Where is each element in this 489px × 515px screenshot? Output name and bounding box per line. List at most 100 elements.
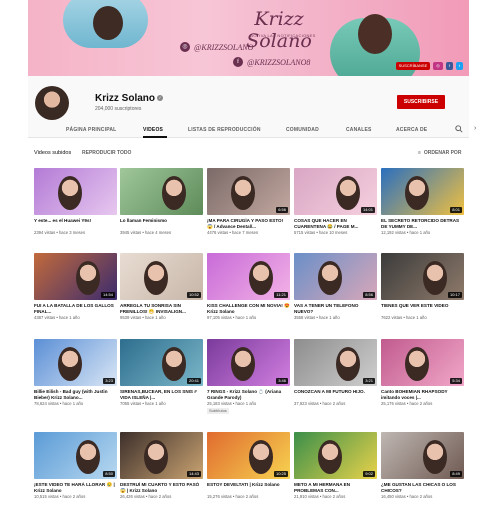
video-thumbnail[interactable]: 6:56	[207, 168, 290, 215]
video-card[interactable]: 5:34 Canto BOHEMIAN RHAPSODY imitando voc…	[381, 339, 468, 406]
search-icon[interactable]	[455, 125, 463, 133]
video-card[interactable]: 10:52 ARREGLA TU SONRISA SIN FRENILLOS! 😁…	[120, 253, 207, 320]
video-card[interactable]: 3:46 7 RINGS - Krizz Solano 💍 (Ariana Gra…	[207, 339, 294, 414]
video-title[interactable]: METO A MI HERMANA EN PROBLEMAS CON...	[294, 482, 377, 493]
thumbnail-person	[336, 347, 360, 381]
video-meta: 2394 vistas • hace 3 meses	[34, 230, 86, 235]
subscriber-count: 204,000 suscriptores	[95, 106, 142, 112]
thumbnail-person	[249, 261, 273, 295]
video-thumbnail[interactable]: 9:02	[294, 432, 377, 479]
video-thumbnail[interactable]: 10:17	[381, 253, 464, 300]
video-card[interactable]: 3:21 CONOZCAN A MI FUTURO HIJO. 37,923 vis…	[294, 339, 381, 406]
video-thumbnail[interactable]: 3:23	[34, 339, 117, 386]
video-card[interactable]: 8:01 EL SECRETO RETORCIDO DETRAS DE YUMMY…	[381, 168, 468, 235]
video-thumbnail[interactable]: 10:25	[207, 432, 290, 479]
thumbnail-person	[318, 261, 342, 295]
video-title[interactable]: ESTOY DEVELTATI | Krizz Solano	[207, 482, 290, 493]
video-title[interactable]: TIENES QUE VER ESTE VIDEO	[381, 303, 464, 314]
video-thumbnail[interactable]: 8:49	[381, 432, 464, 479]
video-title[interactable]: ¡ESTE VIDEO TE HARÁ LLORAR 😢 | Krizz Sol…	[34, 482, 117, 493]
chevron-right-icon[interactable]: ›	[474, 125, 476, 132]
banner-link-twitter-icon[interactable]: t	[455, 62, 463, 70]
video-thumbnail[interactable]	[120, 168, 203, 215]
video-card[interactable]: 10:25 ESTOY DEVELTATI | Krizz Solano 15,27…	[207, 432, 294, 499]
thumbnail-person	[162, 347, 186, 381]
banner-subtitle: ACTIVA LAS NOTIFICACIONES	[250, 33, 316, 38]
video-meta: 26,426 vistas • hace 2 años	[120, 494, 172, 499]
video-title[interactable]: FUI A LA BATALLA DE LOS GALLOS FINAL...	[34, 303, 117, 314]
tab-playlists[interactable]: LISTAS DE REPRODUCCIÓN	[188, 127, 261, 133]
subscribe-button[interactable]: SUSCRIBIRSE	[397, 95, 445, 109]
thumbnail-person	[162, 176, 186, 210]
video-thumbnail[interactable]: 20:41	[120, 339, 203, 386]
video-card[interactable]: 8:56 VAS A TENER UN TELEFONO NUEVO? 3558 v…	[294, 253, 381, 320]
play-all-button[interactable]: REPRODUCIR TODO	[82, 150, 131, 156]
video-title[interactable]: ¡MA PARA CIRUGÍA Y PASO ESTO! 😱 / Advanc…	[207, 218, 290, 229]
video-card[interactable]: 8:49 ¿ME GUSTAN LAS CHICAS O LOS CHICOS? 1…	[381, 432, 468, 499]
video-card[interactable]: 8:50 ¡ESTE VIDEO TE HARÁ LLORAR 😢 | Krizz…	[34, 432, 121, 499]
channel-avatar[interactable]	[35, 86, 69, 120]
video-card[interactable]: 6:56 ¡MA PARA CIRUGÍA Y PASO ESTO! 😱 / Ad…	[207, 168, 294, 235]
video-card[interactable]: 9:02 METO A MI HERMANA EN PROBLEMAS CON..…	[294, 432, 381, 499]
video-duration: 11:21	[274, 292, 288, 298]
sort-button[interactable]: ≡ ORDENAR POR	[418, 150, 461, 156]
video-thumbnail[interactable]: 10:52	[120, 253, 203, 300]
tab-channels[interactable]: CANALES	[346, 127, 372, 133]
video-thumbnail[interactable]: 3:46	[207, 339, 290, 386]
video-thumbnail[interactable]	[34, 168, 117, 215]
video-duration: 3:23	[103, 378, 115, 384]
thumbnail-person	[58, 347, 82, 381]
video-meta: 7055 vistas • hace 1 año	[120, 401, 166, 406]
video-title[interactable]: DESTRUÍ MI CUARTO Y ESTO PASÓ 😱 | Krizz …	[120, 482, 203, 493]
tab-home[interactable]: PÁGINA PRINCIPAL	[66, 127, 116, 133]
tab-about[interactable]: ACERCA DE	[396, 127, 427, 133]
video-card[interactable]: 14:54 FUI A LA BATALLA DE LOS GALLOS FINA…	[34, 253, 121, 320]
video-title[interactable]: Billie Eilish - Bad guy (with Justin Bie…	[34, 389, 117, 400]
video-duration: 9:02	[363, 471, 375, 477]
section-title: Videos subidos	[34, 150, 72, 156]
banner-person-left-hair	[93, 6, 123, 40]
video-card[interactable]: 10:17 TIENES QUE VER ESTE VIDEO 7622 vista…	[381, 253, 468, 320]
instagram-handle: @KRIZZSOLANO	[194, 42, 254, 52]
video-title[interactable]: ARREGLA TU SONRISA SIN FRENILLOS! 😁 INVI…	[120, 303, 203, 314]
video-thumbnail[interactable]: 14:54	[34, 253, 117, 300]
video-card[interactable]: 11:21 KISS CHALLENGE CON MI NOVIA! 😍 Kriz…	[207, 253, 294, 320]
video-card[interactable]: Y este... es el Huawei Y9s! 2394 vistas •…	[34, 168, 121, 235]
video-thumbnail[interactable]: 14:01	[294, 168, 377, 215]
banner-link-youtube[interactable]: SUSCRÍBANSE	[395, 62, 431, 70]
video-card[interactable]: 3:23 Billie Eilish - Bad guy (with Justin…	[34, 339, 121, 406]
video-thumbnail[interactable]: 3:21	[294, 339, 377, 386]
subtitles-badge: Subtítulos	[207, 408, 229, 414]
tab-community[interactable]: COMUNIDAD	[286, 127, 319, 133]
video-meta: 5715 vistas • hace 10 meses	[294, 230, 348, 235]
video-title[interactable]: SIRENAS,BUCEAR, EN LOS SNIS # VIDA ISLEÑ…	[120, 389, 203, 400]
video-thumbnail[interactable]: 11:21	[207, 253, 290, 300]
video-thumbnail[interactable]: 5:34	[381, 339, 464, 386]
video-title[interactable]: VAS A TENER UN TELEFONO NUEVO?	[294, 303, 377, 314]
video-title[interactable]: CONOZCAN A MI FUTURO HIJO.	[294, 389, 377, 400]
video-thumbnail[interactable]: 8:50	[34, 432, 117, 479]
video-card[interactable]: 20:41 SIRENAS,BUCEAR, EN LOS SNIS # VIDA …	[120, 339, 207, 406]
banner-link-facebook-icon[interactable]: f	[445, 62, 453, 70]
video-title[interactable]: EL SECRETO RETORCIDO DETRAS DE YUMMY DE.…	[381, 218, 464, 229]
video-thumbnail[interactable]: 14:43	[120, 432, 203, 479]
video-title[interactable]: ¿ME GUSTAN LAS CHICAS O LOS CHICOS?	[381, 482, 464, 493]
banner-link-instagram-icon[interactable]: ◎	[433, 62, 443, 70]
video-title[interactable]: 7 RINGS - Krizz Solano 💍 (Ariana Grande …	[207, 389, 290, 400]
video-title[interactable]: Canto BOHEMIAN RHAPSODY imitando voces |…	[381, 389, 464, 400]
channel-banner: Krizz Solano ACTIVA LAS NOTIFICACIONES ◎…	[28, 0, 469, 76]
video-duration: 10:17	[447, 292, 462, 298]
video-meta: 15,276 vistas • hace 2 años	[207, 494, 259, 499]
tab-videos[interactable]: VIDEOS	[143, 127, 163, 133]
banner-links: SUSCRÍBANSE ◎ f t	[395, 62, 463, 70]
video-title[interactable]: Y este... es el Huawei Y9s!	[34, 218, 117, 229]
video-title[interactable]: Lo llaman Feminismo	[120, 218, 203, 229]
video-card[interactable]: 14:43 DESTRUÍ MI CUARTO Y ESTO PASÓ 😱 | K…	[120, 432, 207, 499]
video-title[interactable]: KISS CHALLENGE CON MI NOVIA! 😍 Krizz Sol…	[207, 303, 290, 314]
video-meta: 25,175 vistas • hace 2 años	[381, 401, 433, 406]
video-title[interactable]: COSAS QUE HACER EN CUARENTENA 😂 / PAGE M…	[294, 218, 377, 229]
video-card[interactable]: Lo llaman Feminismo 3945 vistas • hace 4 …	[120, 168, 207, 235]
video-card[interactable]: 14:01 COSAS QUE HACER EN CUARENTENA 😂 / P…	[294, 168, 381, 235]
video-thumbnail[interactable]: 8:01	[381, 168, 464, 215]
video-thumbnail[interactable]: 8:56	[294, 253, 377, 300]
